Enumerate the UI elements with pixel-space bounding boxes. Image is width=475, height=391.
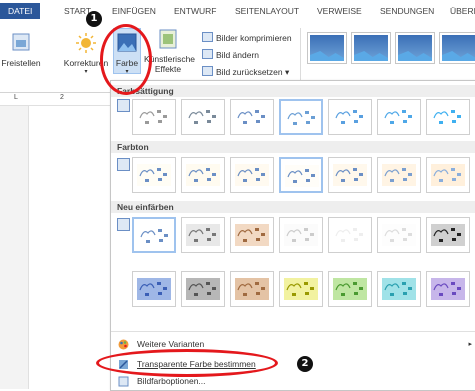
color-options-icon [118,376,129,387]
tab-marker[interactable]: L [14,94,18,101]
change-picture-icon [202,49,213,59]
color-variant-thumb[interactable] [279,271,323,307]
color-variant-thumb[interactable] [181,99,225,135]
tab-verweise[interactable]: VERWEISE [317,6,362,16]
color-variant-thumb[interactable] [426,271,470,307]
color-variant-thumb[interactable] [328,271,372,307]
palette-icon [118,339,129,350]
picture-styles-gallery [303,32,475,74]
vertical-ruler [0,106,29,389]
tab-sendungen[interactable]: SENDUNGEN [380,6,434,16]
color-variant-thumb[interactable] [230,157,274,193]
style-thumb[interactable] [351,32,391,64]
color-variant-thumb[interactable] [279,99,323,135]
tab-einfuegen[interactable]: EINFÜGEN [112,6,156,16]
color-variant-thumb[interactable] [377,99,421,135]
ribbon-divider [300,28,301,80]
color-variant-thumb[interactable] [181,217,225,253]
color-variant-thumb[interactable] [181,271,225,307]
sun-icon [76,33,96,53]
tab-entwurf[interactable]: ENTWURF [174,6,217,16]
ruler-number: 2 [60,94,64,101]
color-variant-thumb[interactable] [328,157,372,193]
color-variant-thumb[interactable] [230,271,274,307]
document-page[interactable] [29,106,110,389]
bilder-komprimieren-label: Bilder komprimieren [216,33,292,43]
annotation-marker-1: 1 [86,11,102,27]
farbe-dropdown: Farbsättigung Farbton Neu einfärben Weit… [110,80,475,391]
color-variant-thumb[interactable] [181,157,225,193]
freistellen-button[interactable]: Freistellen [0,32,42,68]
tab-datei[interactable]: DATEI [0,3,41,19]
crop-icon [12,33,30,51]
annotation-marker-2: 2 [297,356,313,372]
tab-ueberpruefen[interactable]: ÜBERP [450,6,475,16]
color-variant-thumb[interactable] [377,157,421,193]
bild-aendern-label: Bild ändern [216,50,260,60]
annotation-ring-transparent [96,349,278,377]
color-variant-thumb[interactable] [426,157,470,193]
color-variant-thumb[interactable] [279,157,323,193]
color-variant-thumb[interactable] [132,157,176,193]
artistic-effects-icon [159,29,177,49]
tone-icon [117,158,130,171]
color-variant-thumb[interactable] [377,217,421,253]
section-neu-einfaerben: Neu einfärben [111,201,475,213]
chevron-right-icon: ▸ [468,341,472,348]
horizontal-ruler: L 2 [0,93,110,106]
tab-seitenlayout[interactable]: SEITENLAYOUT [235,6,299,16]
color-variant-thumb[interactable] [426,217,470,253]
color-variant-thumb[interactable] [132,99,176,135]
section-farbsaettigung: Farbsättigung [111,85,475,97]
color-variant-thumb[interactable] [328,217,372,253]
bild-zuruecksetzen-label: Bild zurücksetzen [216,67,283,77]
color-variant-thumb[interactable] [132,271,176,307]
color-variant-thumb[interactable] [279,217,323,253]
ribbon-tabs: DATEI START EINFÜGEN ENTWURF SEITENLAYOU… [0,0,475,22]
bild-aendern-button[interactable]: Bild ändern [202,49,259,60]
color-variant-thumb[interactable] [230,99,274,135]
freistellen-label: Freistellen [1,58,41,68]
saturation-icon [117,99,130,112]
color-variant-thumb[interactable] [132,217,176,253]
style-thumb[interactable] [395,32,435,64]
compress-icon [202,32,213,42]
style-thumb[interactable] [307,32,347,64]
annotation-ring-farbe [100,24,152,95]
menu-divider [111,331,475,332]
style-thumb[interactable] [439,32,475,64]
reset-picture-icon [202,66,213,76]
color-variant-thumb[interactable] [328,99,372,135]
bild-zuruecksetzen-button[interactable]: Bild zurücksetzen ▾ [202,66,289,78]
color-variant-thumb[interactable] [426,99,470,135]
recolor-icon [117,218,130,231]
color-variant-thumb[interactable] [230,217,274,253]
color-variant-thumb[interactable] [377,271,421,307]
bilder-komprimieren-button[interactable]: Bilder komprimieren [202,32,292,43]
section-farbton: Farbton [111,141,475,153]
